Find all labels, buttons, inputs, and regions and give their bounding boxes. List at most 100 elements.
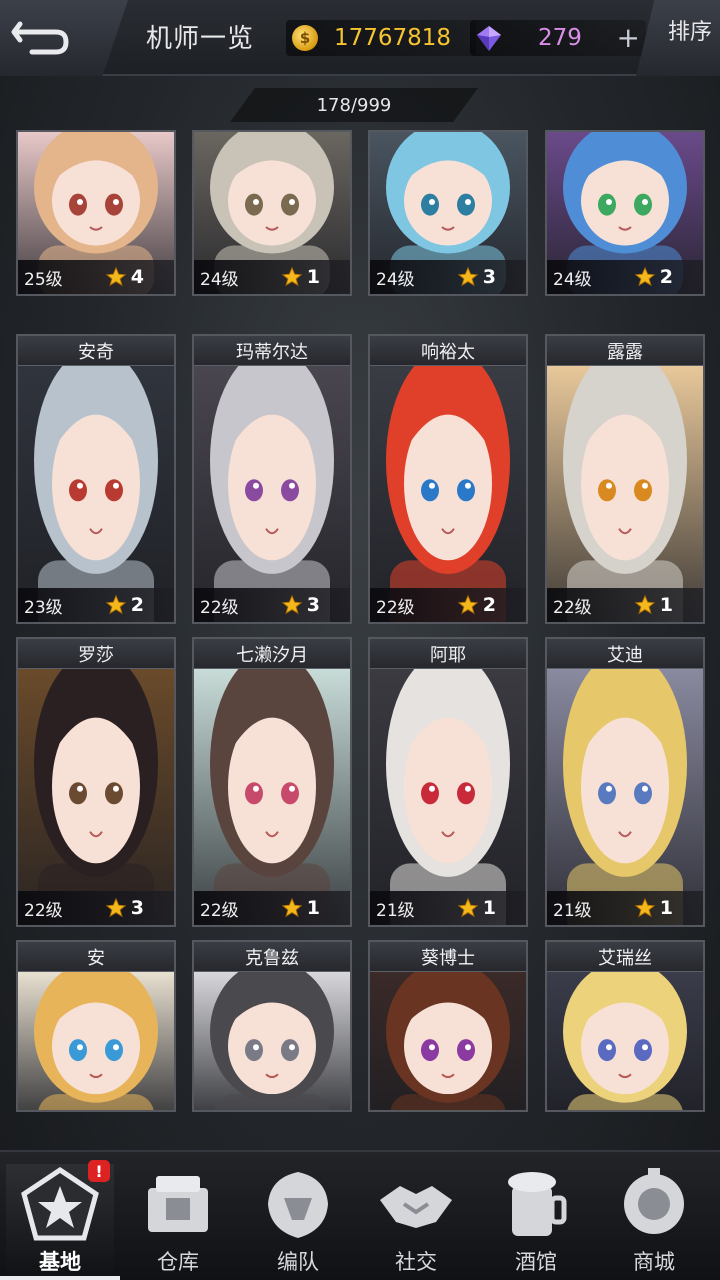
- pilot-portrait: [547, 960, 703, 1110]
- pilot-card[interactable]: 罗莎 22级 3: [16, 637, 176, 927]
- pilot-name: 艾瑞丝: [547, 942, 703, 972]
- pilot-portrait: [194, 347, 350, 622]
- nav-shop[interactable]: 商城: [600, 1164, 708, 1280]
- pilot-level: 22级: [376, 597, 415, 618]
- pilot-name: 安奇: [18, 336, 174, 366]
- pilot-name: 响裕太: [370, 336, 526, 366]
- pilot-portrait: [18, 347, 174, 622]
- star-icon: [457, 594, 479, 615]
- pilot-portrait: [547, 650, 703, 925]
- pilot-level: 24级: [553, 269, 592, 290]
- warehouse-icon: [148, 1176, 208, 1232]
- pilot-portrait: [547, 347, 703, 622]
- pilot-level: 21级: [376, 900, 415, 921]
- star-icon: [634, 897, 656, 918]
- pilot-name: 七濑汐月: [194, 639, 350, 669]
- nav-tavern[interactable]: 酒馆: [482, 1164, 590, 1280]
- pilot-level: 22级: [24, 900, 63, 921]
- pilot-level: 24级: [376, 269, 415, 290]
- pilot-card[interactable]: 克鲁兹: [192, 940, 352, 1112]
- star-icon: [634, 266, 656, 287]
- pilot-card[interactable]: 玛蒂尔达 22级 3: [192, 334, 352, 624]
- pilot-footer: 24级 3: [370, 260, 526, 294]
- pilot-footer: 25级 4: [18, 260, 174, 294]
- pilot-level: 22级: [553, 597, 592, 618]
- pilot-name: 玛蒂尔达: [194, 336, 350, 366]
- pilot-card[interactable]: 24级 2: [545, 130, 705, 296]
- pilot-stars: 1: [659, 897, 673, 919]
- pilot-name: 露露: [547, 336, 703, 366]
- pilot-portrait: [18, 960, 174, 1110]
- star-icon: [281, 897, 303, 918]
- nav-label: 基地: [39, 1250, 81, 1274]
- nav-label: 商城: [633, 1250, 675, 1274]
- pilot-footer: 22级 3: [194, 588, 350, 622]
- pilot-grid: 25级 4 24级 1 24级 3 24级 2 安奇 23级 2 玛蒂尔达 22…: [0, 0, 720, 1140]
- pilot-name: 罗莎: [18, 639, 174, 669]
- star-icon: [281, 594, 303, 615]
- pilot-name: 葵博士: [370, 942, 526, 972]
- pilot-portrait: [370, 347, 526, 622]
- pilot-footer: 23级 2: [18, 588, 174, 622]
- pilot-portrait: [18, 650, 174, 925]
- pilot-stars: 3: [130, 897, 144, 919]
- active-tab-indicator: [0, 1276, 120, 1280]
- pilot-level: 22级: [200, 900, 239, 921]
- star-icon: [105, 897, 127, 918]
- pilot-card[interactable]: 阿耶 21级 1: [368, 637, 528, 927]
- notification-badge: !: [88, 1160, 110, 1182]
- handshake-icon: [380, 1186, 452, 1228]
- pilot-portrait: [194, 650, 350, 925]
- pilot-stars: 3: [482, 266, 496, 288]
- star-icon: [105, 266, 127, 287]
- star-icon: [105, 594, 127, 615]
- pilot-card[interactable]: 葵博士: [368, 940, 528, 1112]
- pilot-name: 阿耶: [370, 639, 526, 669]
- star-icon: [457, 266, 479, 287]
- pilot-portrait: [194, 960, 350, 1110]
- pilot-footer: 22级 2: [370, 588, 526, 622]
- pilot-card[interactable]: 露露 22级 1: [545, 334, 705, 624]
- shop-icon: [624, 1168, 684, 1234]
- pilot-stars: 2: [659, 266, 673, 288]
- pilot-stars: 4: [130, 266, 144, 288]
- tavern-icon: [508, 1172, 567, 1236]
- pilot-footer: 21级 1: [370, 891, 526, 925]
- nav-formation[interactable]: 编队: [244, 1164, 352, 1280]
- pilot-portrait: [370, 960, 526, 1110]
- pilot-card[interactable]: 艾迪 21级 1: [545, 637, 705, 927]
- pilot-level: 21级: [553, 900, 592, 921]
- pilot-card[interactable]: 安奇 23级 2: [16, 334, 176, 624]
- pilot-footer: 21级 1: [547, 891, 703, 925]
- nav-handshake[interactable]: 社交: [362, 1164, 470, 1280]
- nav-label: 仓库: [157, 1250, 199, 1274]
- pilot-name: 安: [18, 942, 174, 972]
- pilot-card[interactable]: 25级 4: [16, 130, 176, 296]
- pilot-footer: 24级 2: [547, 260, 703, 294]
- pilot-stars: 2: [482, 594, 496, 616]
- pilot-stars: 1: [306, 266, 320, 288]
- pilot-stars: 1: [306, 897, 320, 919]
- pilot-card[interactable]: 响裕太 22级 2: [368, 334, 528, 624]
- pilot-stars: 2: [130, 594, 144, 616]
- pilot-level: 24级: [200, 269, 239, 290]
- pilot-card[interactable]: 安: [16, 940, 176, 1112]
- star-icon: [457, 897, 479, 918]
- pilot-stars: 1: [659, 594, 673, 616]
- bottom-nav: 基地 ! 仓库 编队 社交 酒馆 商城: [0, 1150, 720, 1280]
- pilot-card[interactable]: 24级 3: [368, 130, 528, 296]
- pilot-level: 25级: [24, 269, 63, 290]
- pilot-card[interactable]: 24级 1: [192, 130, 352, 296]
- nav-label: 编队: [277, 1250, 319, 1274]
- pilot-level: 22级: [200, 597, 239, 618]
- nav-warehouse[interactable]: 仓库: [124, 1164, 232, 1280]
- pilot-footer: 22级 3: [18, 891, 174, 925]
- pilot-portrait: [370, 650, 526, 925]
- pilot-name: 克鲁兹: [194, 942, 350, 972]
- nav-label: 社交: [395, 1250, 437, 1274]
- pilot-name: 艾迪: [547, 639, 703, 669]
- pilot-card[interactable]: 七濑汐月 22级 1: [192, 637, 352, 927]
- pilot-footer: 24级 1: [194, 260, 350, 294]
- nav-base[interactable]: 基地 !: [6, 1160, 114, 1280]
- pilot-card[interactable]: 艾瑞丝: [545, 940, 705, 1112]
